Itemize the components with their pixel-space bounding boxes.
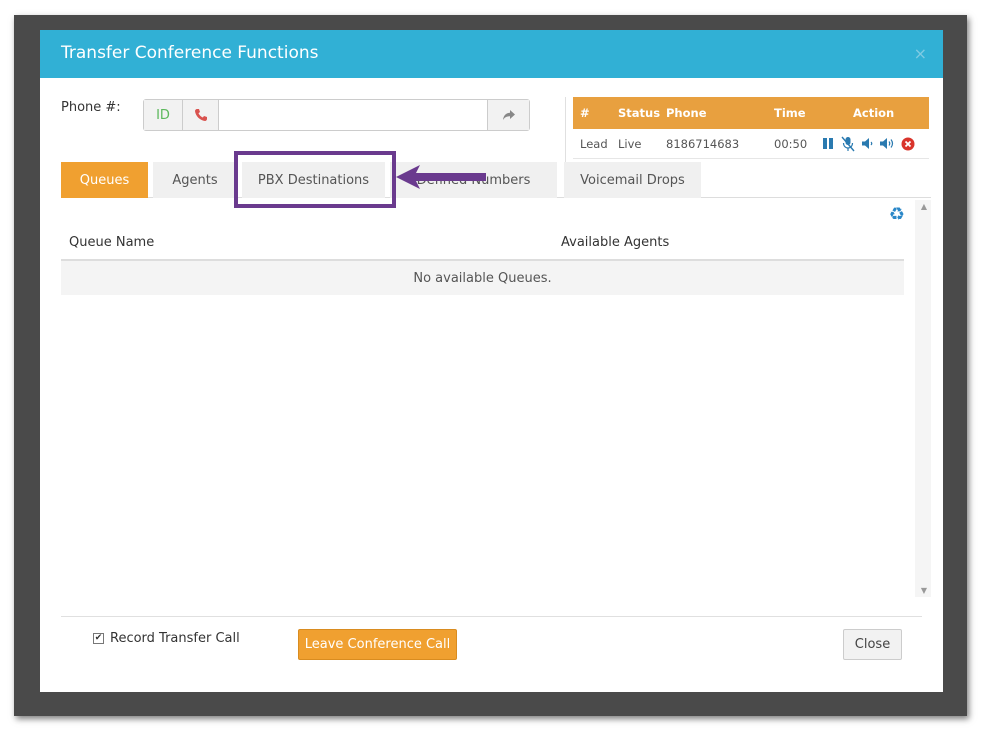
column-header-queue-name: Queue Name: [69, 235, 155, 250]
scroll-down-icon[interactable]: ▼: [921, 586, 927, 595]
calls-header-number: #: [580, 106, 590, 120]
close-button[interactable]: Close: [843, 629, 902, 660]
dialog-close-icon[interactable]: ×: [914, 44, 927, 63]
call-row: Lead Live 8186714683 00:50: [573, 129, 929, 159]
queue-table-panel: ♻ Queue Name Available Agents No availab…: [61, 200, 931, 597]
record-transfer-call-option[interactable]: ✔ Record Transfer Call: [93, 631, 240, 646]
mute-icon[interactable]: [840, 136, 856, 152]
call-type: Lead: [580, 136, 608, 151]
tab-queues[interactable]: Queues: [61, 162, 148, 198]
call-phone: 8186714683: [666, 136, 740, 151]
footer-divider: [61, 616, 922, 617]
calls-header-action: Action: [853, 106, 895, 120]
dialog-header: Transfer Conference Functions ×: [40, 30, 943, 78]
volume-down-icon[interactable]: [861, 137, 874, 150]
refresh-icon[interactable]: ♻: [889, 204, 905, 225]
phone-icon[interactable]: [183, 100, 219, 130]
active-calls-table: # Status Phone Time Action Lead Live 818…: [573, 97, 929, 159]
record-transfer-label: Record Transfer Call: [110, 631, 240, 646]
volume-up-icon[interactable]: [879, 137, 896, 150]
tab-agents[interactable]: Agents: [153, 162, 237, 198]
leave-conference-call-button[interactable]: Leave Conference Call: [298, 629, 457, 660]
transfer-forward-icon[interactable]: [487, 100, 529, 130]
phone-input-group: ID: [143, 99, 530, 131]
calls-header-phone: Phone: [666, 106, 707, 120]
transfer-tabs: Queues Agents PBX Destinations Defined N…: [61, 162, 931, 198]
dialog-title: Transfer Conference Functions: [61, 43, 319, 63]
calls-header-status: Status: [618, 106, 661, 120]
transfer-dialog: Transfer Conference Functions × Phone #:…: [40, 30, 943, 692]
caller-id-button[interactable]: ID: [144, 100, 183, 130]
record-transfer-checkbox[interactable]: ✔: [93, 633, 104, 644]
scrollbar[interactable]: ▲ ▼: [915, 200, 931, 597]
annotation-arrow-icon: [396, 165, 486, 189]
call-status: Live: [618, 136, 642, 151]
scroll-up-icon[interactable]: ▲: [921, 202, 927, 211]
empty-table-message: No available Queues.: [61, 261, 904, 295]
tab-voicemail-drops[interactable]: Voicemail Drops: [564, 162, 701, 198]
call-time: 00:50: [774, 136, 808, 151]
call-actions: [822, 136, 915, 152]
calls-header-row: # Status Phone Time Action: [573, 97, 929, 129]
phone-label: Phone #:: [61, 100, 121, 115]
hangup-icon[interactable]: [901, 137, 915, 151]
pause-icon[interactable]: [822, 137, 835, 150]
column-header-available-agents: Available Agents: [561, 235, 670, 250]
calls-header-time: Time: [774, 106, 806, 120]
phone-number-input[interactable]: [219, 100, 487, 130]
